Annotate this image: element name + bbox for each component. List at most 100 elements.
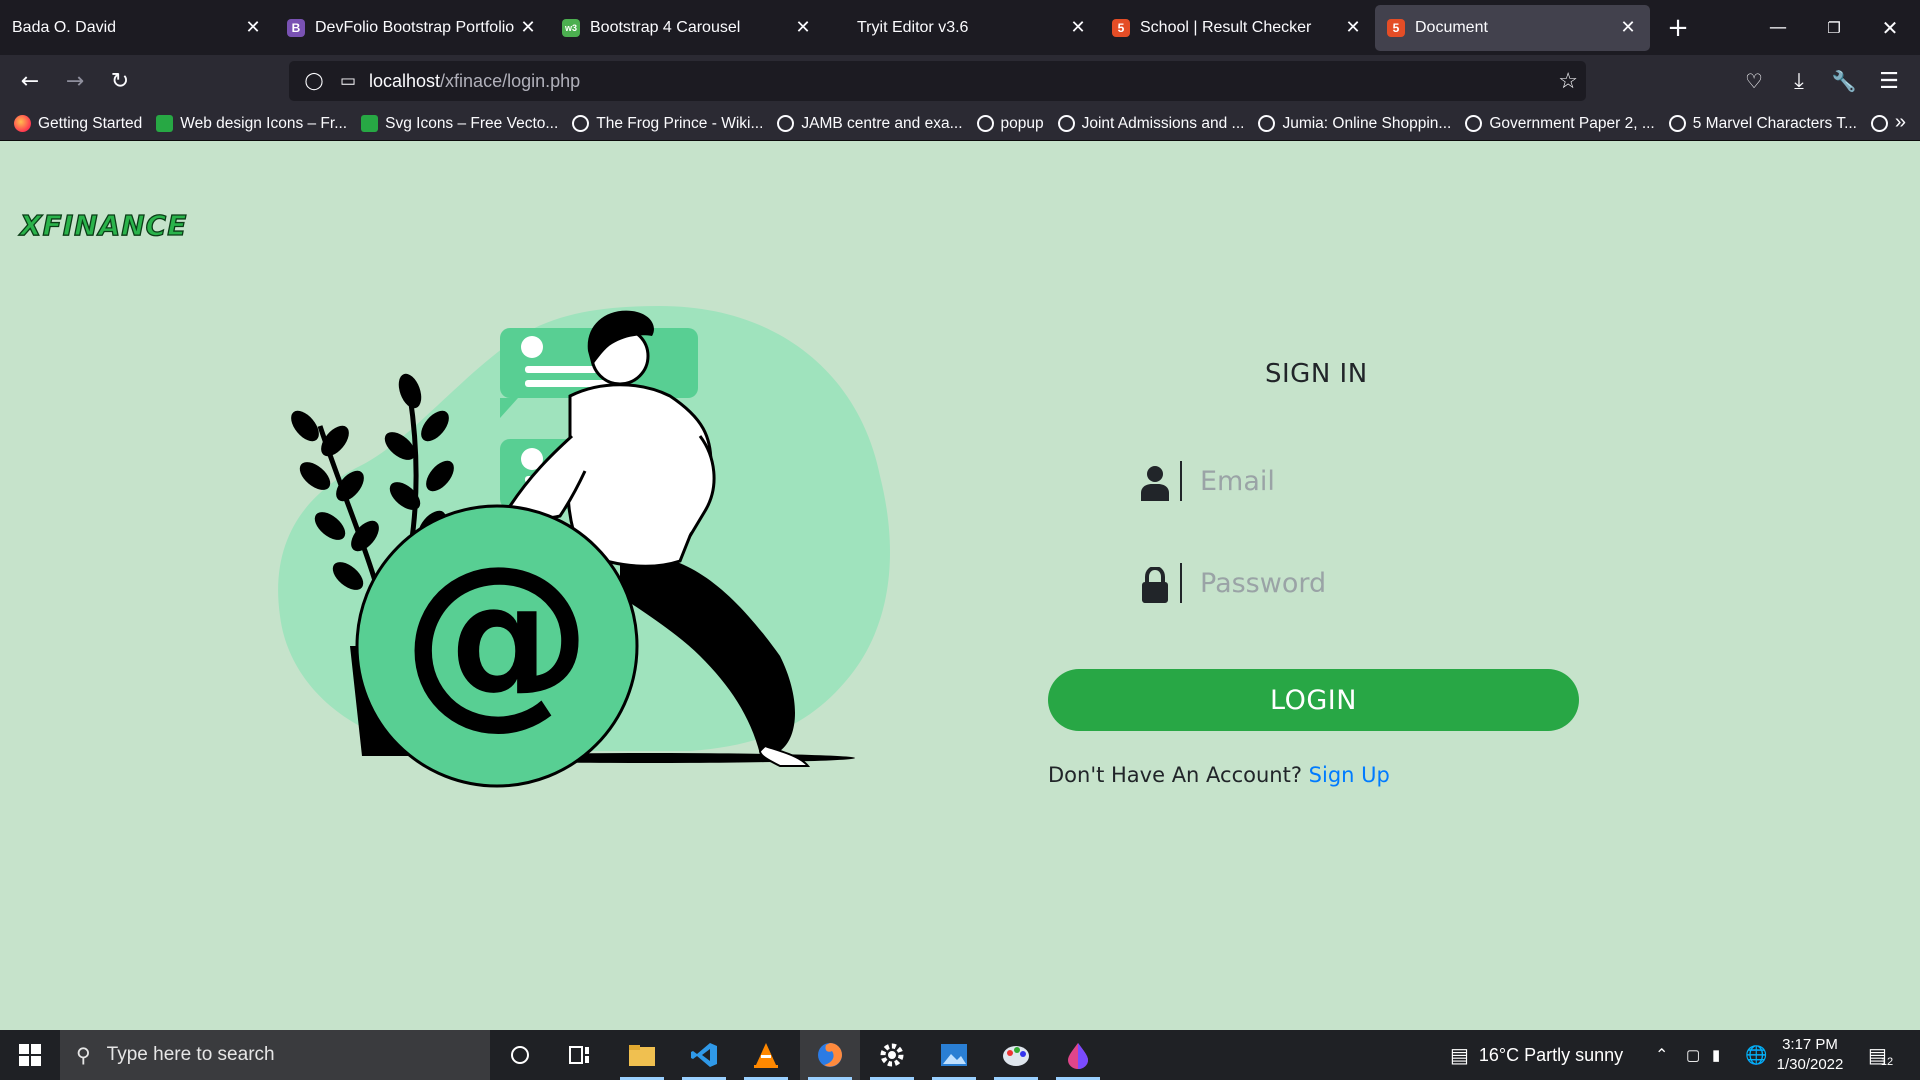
url-host: localhost <box>369 70 441 91</box>
close-icon[interactable]: ✕ <box>1618 17 1638 38</box>
bootstrap-icon: B <box>287 18 305 37</box>
password-field[interactable] <box>1140 561 1440 605</box>
bookmark-popup[interactable]: popup <box>976 115 1044 133</box>
shield-icon[interactable]: ◯ <box>301 71 327 91</box>
clock-date: 1/30/2022 <box>1776 1056 1844 1073</box>
bookmark-unnamed[interactable] <box>1871 115 1895 132</box>
weather-text: 16°C Partly sunny <box>1478 1044 1624 1065</box>
cortana-icon[interactable] <box>490 1030 550 1080</box>
weather-icon: ▤ <box>1450 1044 1469 1067</box>
icons-site-icon <box>361 115 379 132</box>
email-illustration: @ <box>278 306 890 788</box>
globe-icon <box>1871 115 1888 132</box>
lock-icon <box>1140 563 1170 603</box>
system-clock[interactable]: 3:17 PM 1/30/2022 <box>1770 1035 1850 1075</box>
bookmark-jamb-centre[interactable]: JAMB centre and exa... <box>777 115 963 133</box>
pocket-icon[interactable]: ♡ <box>1736 63 1772 99</box>
window-close-icon[interactable]: ✕ <box>1862 0 1918 55</box>
tab-bar: Bada O. David ✕ B DevFolio Bootstrap Por… <box>0 0 1920 55</box>
close-icon[interactable]: ✕ <box>518 17 538 38</box>
tab-title: DevFolio Bootstrap Portfolio Te <box>315 18 518 36</box>
close-icon[interactable]: ✕ <box>243 17 263 38</box>
file-explorer-icon[interactable] <box>612 1030 672 1080</box>
xfinance-logo[interactable]: XFINANCE <box>19 208 187 242</box>
svg-text:@: @ <box>402 525 592 746</box>
globe-icon <box>1258 115 1276 132</box>
forward-arrow-icon[interactable]: → <box>57 63 93 99</box>
back-arrow-icon[interactable]: ← <box>12 63 48 99</box>
firefox-icon[interactable] <box>800 1030 860 1080</box>
html5-icon: 5 <box>1387 18 1405 37</box>
color-picker-icon[interactable] <box>1048 1030 1108 1080</box>
url-path: /xfinace/login.php <box>440 70 581 91</box>
globe-icon <box>572 115 590 132</box>
bookmark-government-paper[interactable]: Government Paper 2, ... <box>1465 115 1655 133</box>
field-divider <box>1180 563 1182 603</box>
close-icon[interactable]: ✕ <box>1068 17 1088 38</box>
tab-result-checker[interactable]: 5 School | Result Checker ✕ <box>1100 6 1375 50</box>
tab-document[interactable]: 5 Document ✕ <box>1375 4 1650 51</box>
globe-icon <box>1465 115 1483 132</box>
password-input[interactable] <box>1200 567 1440 599</box>
task-view-icon[interactable] <box>550 1030 610 1080</box>
field-divider <box>1180 461 1182 501</box>
tab-bootstrap-carousel[interactable]: w3 Bootstrap 4 Carousel ✕ <box>550 6 825 50</box>
close-icon[interactable]: ✕ <box>1343 17 1363 38</box>
globe-icon <box>976 115 994 132</box>
bookmark-svg-icons[interactable]: Svg Icons – Free Vecto... <box>361 115 558 133</box>
new-tab-button[interactable]: + <box>1656 6 1700 50</box>
minimize-icon[interactable]: — <box>1750 0 1806 55</box>
downloads-icon[interactable]: ⤓ <box>1781 63 1817 99</box>
navigation-bar: ← → ↻ ◯ ▭ localhost/xfinace/login.php ☆ … <box>0 55 1920 107</box>
photos-icon[interactable] <box>924 1030 984 1080</box>
notifications-icon[interactable]: ▤ 12 <box>1868 1030 1893 1080</box>
search-placeholder: Type here to search <box>106 1044 275 1065</box>
page-icon[interactable]: ▭ <box>335 71 361 91</box>
bookmark-getting-started[interactable]: Getting Started <box>14 115 142 133</box>
bookmark-jumia[interactable]: Jumia: Online Shoppin... <box>1258 115 1451 133</box>
tab-title: School | Result Checker <box>1140 18 1312 36</box>
w3schools-icon: w3 <box>562 18 580 37</box>
bookmarks-overflow-icon[interactable]: » <box>1895 111 1906 134</box>
menu-icon[interactable]: ☰ <box>1871 63 1907 99</box>
bookmark-frog-prince[interactable]: The Frog Prince - Wiki... <box>572 115 763 133</box>
battery-icon[interactable]: ▮ <box>1712 1030 1720 1080</box>
signin-title: SIGN IN <box>1265 359 1368 389</box>
firefox-icon <box>14 115 31 132</box>
reload-icon[interactable]: ↻ <box>102 63 138 99</box>
tab-title: Document <box>1415 18 1488 36</box>
close-icon[interactable]: ✕ <box>793 17 813 38</box>
globe-icon <box>1057 115 1075 132</box>
address-bar[interactable]: ◯ ▭ localhost/xfinace/login.php ☆ <box>289 61 1586 101</box>
network-globe-icon[interactable]: 🌐 <box>1745 1030 1767 1080</box>
bookmark-joint-admissions[interactable]: Joint Admissions and ... <box>1057 115 1244 133</box>
search-icon: ⚲ <box>76 1044 91 1067</box>
tab-bada-david[interactable]: Bada O. David ✕ <box>0 6 275 50</box>
wrench-icon[interactable]: 🔧 <box>1826 63 1862 99</box>
tab-devfolio[interactable]: B DevFolio Bootstrap Portfolio Te ✕ <box>275 6 550 50</box>
restore-icon[interactable]: ❐ <box>1806 0 1862 55</box>
tab-tryit-editor[interactable]: Tryit Editor v3.6 ✕ <box>825 6 1100 50</box>
signup-prompt: Don't Have An Account? Sign Up <box>1048 763 1390 787</box>
tab-title: Bootstrap 4 Carousel <box>590 18 741 36</box>
html5-icon: 5 <box>1112 18 1130 37</box>
vscode-icon[interactable] <box>674 1030 734 1080</box>
show-hidden-icons[interactable]: ⌃ <box>1655 1030 1668 1080</box>
globe-icon <box>777 115 795 132</box>
paint-icon[interactable] <box>986 1030 1046 1080</box>
settings-gear-icon[interactable] <box>862 1030 922 1080</box>
meet-now-icon[interactable]: ▢ <box>1686 1030 1700 1080</box>
email-field[interactable] <box>1140 459 1440 503</box>
bookmark-star-icon[interactable]: ☆ <box>1558 68 1578 94</box>
windows-start-icon[interactable] <box>0 1030 60 1080</box>
taskbar-search[interactable]: ⚲ Type here to search <box>60 1030 490 1080</box>
tab-title: Tryit Editor v3.6 <box>857 18 969 36</box>
vlc-icon[interactable] <box>736 1030 796 1080</box>
email-input[interactable] <box>1200 465 1440 497</box>
weather-widget[interactable]: ▤ 16°C Partly sunny <box>1450 1030 1623 1080</box>
login-button[interactable]: LOGIN <box>1048 669 1579 731</box>
signup-link[interactable]: Sign Up <box>1309 763 1390 787</box>
notifications-count: 12 <box>1880 1056 1894 1068</box>
bookmark-web-design-icons[interactable]: Web design Icons – Fr... <box>156 115 347 133</box>
bookmark-marvel-characters[interactable]: 5 Marvel Characters T... <box>1668 115 1857 133</box>
